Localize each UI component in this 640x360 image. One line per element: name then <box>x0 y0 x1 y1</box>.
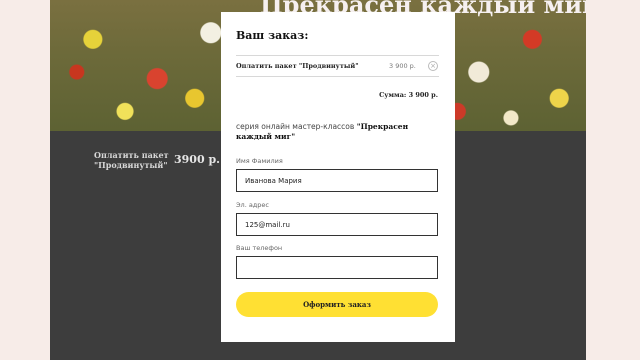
name-label: Имя Фамилия <box>236 157 283 165</box>
order-item-price: 3 900 р. <box>389 62 416 70</box>
series-description: серия онлайн мастер-классов "Прекрасен к… <box>236 122 436 142</box>
name-field[interactable] <box>236 169 438 192</box>
order-modal: Ваш заказ: Оплатить пакет "Продвинутый" … <box>221 12 455 342</box>
series-prefix: серия онлайн мастер-классов <box>236 122 357 131</box>
submit-order-button[interactable]: Оформить заказ <box>236 292 438 317</box>
background-product-price: 3900 р. <box>174 153 220 166</box>
close-icon[interactable]: × <box>428 61 438 71</box>
order-total: Сумма: 3 900 р. <box>379 91 438 99</box>
phone-field[interactable] <box>236 256 438 279</box>
order-item-row: Оплатить пакет "Продвинутый" 3 900 р. × <box>236 55 439 77</box>
background-product-name: Оплатить пакет "Продвинутый" <box>94 150 169 170</box>
modal-title: Ваш заказ: <box>236 29 309 42</box>
email-field[interactable] <box>236 213 438 236</box>
order-item-name: Оплатить пакет "Продвинутый" <box>236 62 359 70</box>
email-label: Эл. адрес <box>236 201 270 209</box>
phone-label: Ваш телефон <box>236 244 283 252</box>
